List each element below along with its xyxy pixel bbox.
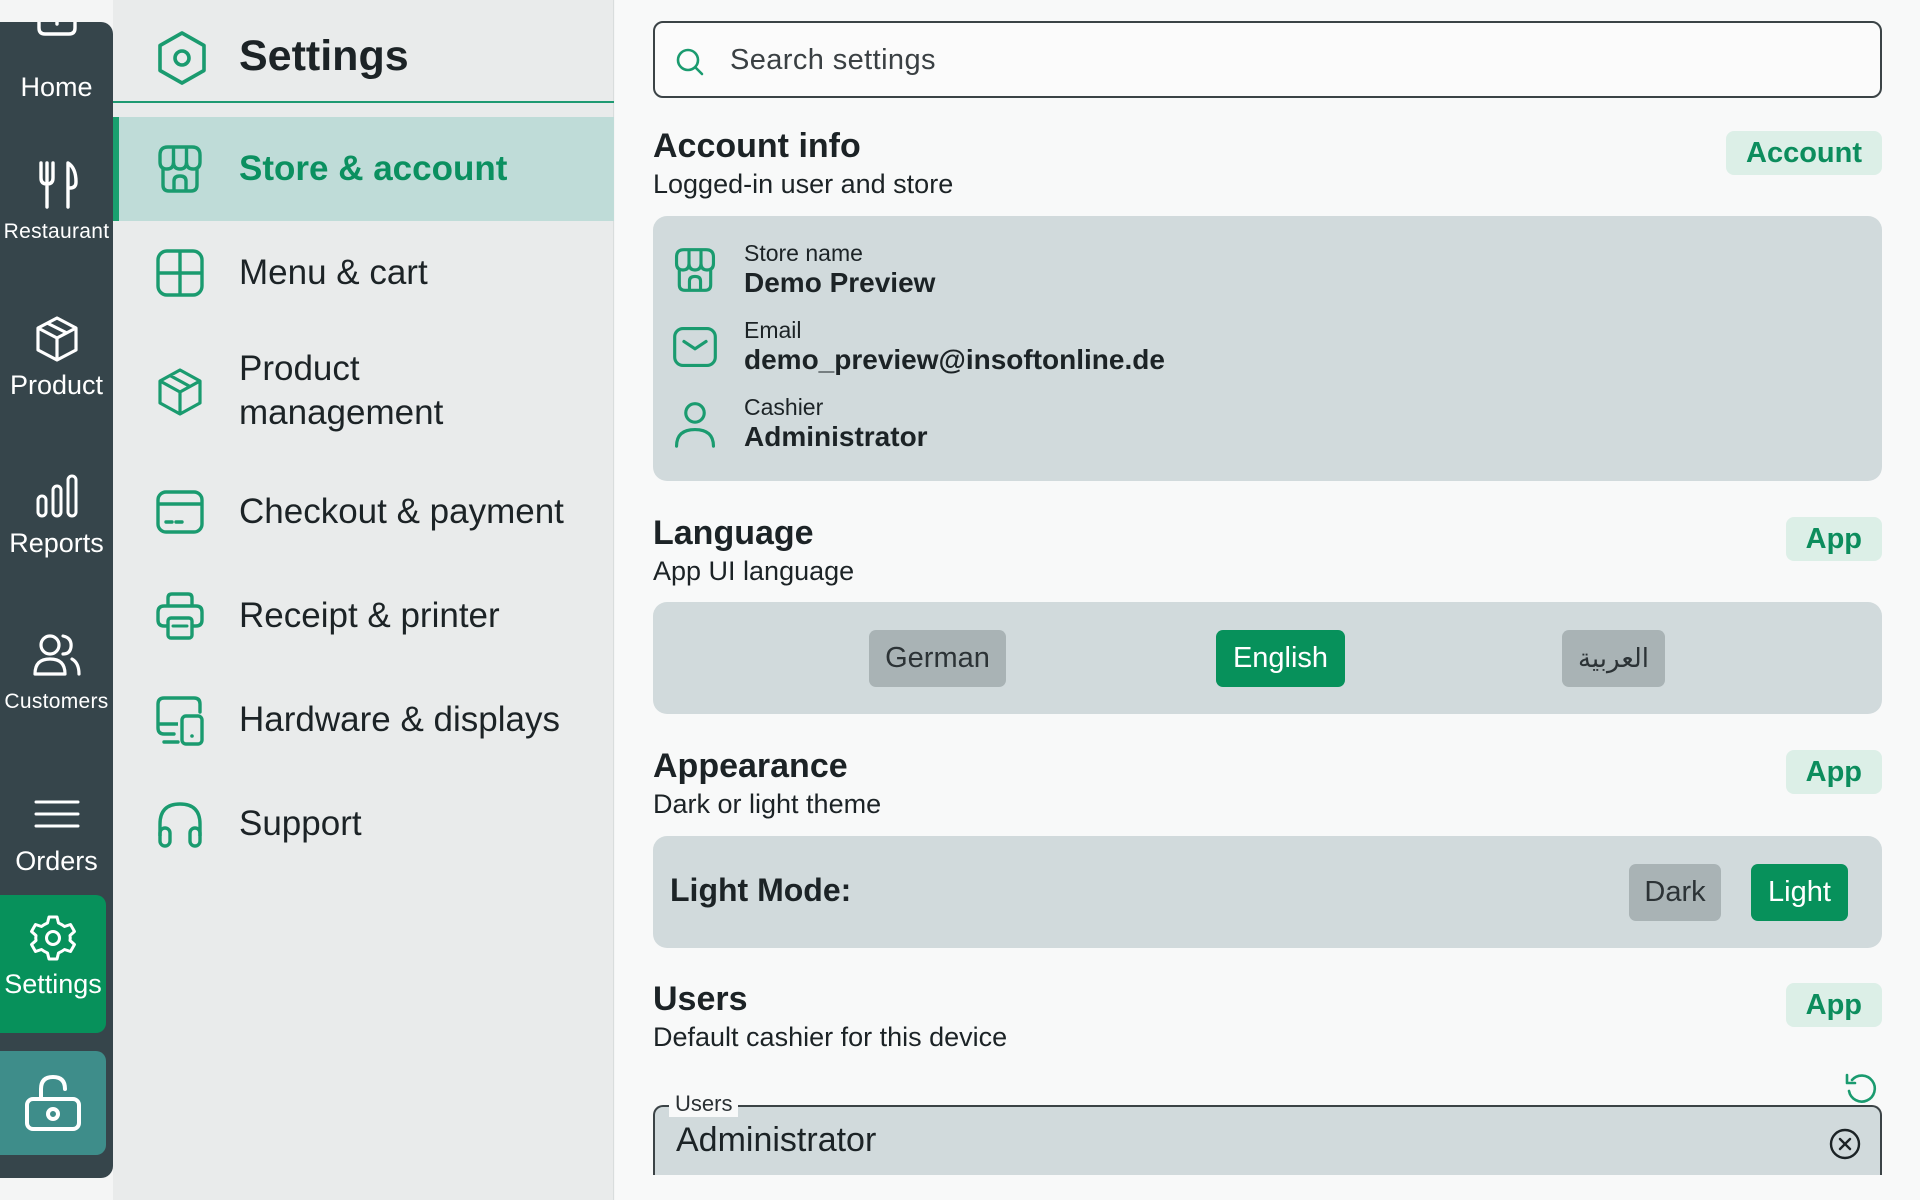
- category-label: Receipt & printer: [239, 596, 500, 635]
- store-icon: [158, 145, 202, 193]
- users-field-label: Users: [669, 1091, 739, 1117]
- category-hardware-displays[interactable]: Hardware & displays: [113, 668, 614, 772]
- store-icon: [674, 248, 716, 292]
- menu-lines-icon: [34, 800, 79, 828]
- email-row: Email demo_preview@insoftonline.de: [653, 315, 1882, 385]
- cashier-value: Administrator: [744, 421, 928, 452]
- rail-label-settings: Settings: [4, 969, 102, 999]
- appearance-card: Light Mode: Dark Light: [653, 836, 1882, 948]
- user-icon: [674, 402, 716, 448]
- rail-item-restaurant[interactable]: Restaurant: [0, 160, 113, 244]
- gear-icon: [30, 915, 76, 961]
- language-section-subtitle: App UI language: [653, 556, 855, 586]
- bar-chart-icon: [36, 474, 77, 518]
- account-section-subtitle: Logged-in user and store: [653, 169, 954, 199]
- account-info-card: Store name Demo Preview Email demo_previ…: [653, 216, 1882, 481]
- category-receipt-printer[interactable]: Receipt & printer: [113, 564, 614, 668]
- category-product-management[interactable]: Product management: [113, 325, 614, 459]
- rail-item-settings[interactable]: Settings: [0, 895, 106, 1033]
- appearance-section-subtitle: Dark or light theme: [653, 789, 882, 819]
- users-section-subtitle: Default cashier for this device: [653, 1022, 1008, 1052]
- category-label: Product management: [239, 349, 444, 432]
- clear-icon[interactable]: [1828, 1127, 1862, 1161]
- cashier-label: Cashier: [744, 394, 824, 420]
- store-name-value: Demo Preview: [744, 267, 936, 298]
- settings-content: Account info Logged-in user and store Ac…: [615, 0, 1920, 1200]
- users-field-value: Administrator: [676, 1121, 877, 1159]
- layout-grid-icon: [156, 249, 204, 297]
- language-section-title: Language: [653, 514, 814, 552]
- category-label: Menu & cart: [239, 253, 428, 292]
- appearance-section-title: Appearance: [653, 747, 848, 785]
- mail-icon: [673, 326, 717, 368]
- language-option-english[interactable]: English: [1216, 630, 1345, 687]
- refresh-icon[interactable]: [1844, 1071, 1880, 1107]
- package-icon: [158, 368, 202, 416]
- email-label: Email: [744, 317, 802, 343]
- category-label: Hardware & displays: [239, 700, 560, 739]
- card-icon: [156, 490, 204, 534]
- theme-dark-button[interactable]: Dark: [1629, 864, 1721, 921]
- devices-icon: [156, 696, 204, 746]
- category-label: Support: [239, 804, 362, 843]
- users-icon: [32, 634, 81, 676]
- printer-icon: [156, 592, 204, 640]
- category-label: Checkout & payment: [239, 492, 564, 531]
- search-input[interactable]: [730, 37, 1830, 83]
- package-icon: [35, 316, 78, 362]
- page-title: Settings: [239, 32, 409, 80]
- cutlery-icon: [38, 161, 78, 209]
- search-field[interactable]: [653, 21, 1882, 98]
- language-card: German English العربية: [653, 602, 1882, 714]
- rail-item-customers[interactable]: Customers: [0, 630, 113, 714]
- rail-label-product: Product: [9, 370, 104, 400]
- default-cashier-select[interactable]: Users Administrator: [653, 1091, 1882, 1175]
- theme-light-button[interactable]: Light: [1751, 864, 1848, 921]
- cashier-row: Cashier Administrator: [653, 392, 1882, 462]
- users-scope-badge: App: [1785, 983, 1882, 1027]
- email-value: demo_preview@insoftonline.de: [744, 344, 1165, 375]
- theme-mode-label: Light Mode:: [670, 872, 852, 908]
- settings-hex-icon: [158, 31, 206, 85]
- category-support[interactable]: Support: [113, 772, 614, 876]
- rail-item-home[interactable]: Home: [0, 22, 113, 110]
- users-section-title: Users: [653, 980, 748, 1018]
- rail-label-restaurant: Restaurant: [3, 220, 110, 243]
- account-scope-badge: Account: [1726, 131, 1882, 175]
- store-name-row: Store name Demo Preview: [653, 238, 1882, 308]
- category-store-account[interactable]: Store & account: [113, 117, 614, 221]
- rail-label-reports: Reports: [9, 528, 104, 558]
- language-scope-badge: App: [1785, 517, 1882, 561]
- category-label: Store & account: [239, 149, 508, 188]
- store-name-label: Store name: [744, 240, 863, 266]
- rail-item-product[interactable]: Product: [0, 314, 113, 401]
- language-option-arabic[interactable]: العربية: [1562, 630, 1665, 687]
- language-option-german[interactable]: German: [869, 630, 1006, 687]
- rail-label-customers: Customers: [4, 690, 109, 713]
- rail-label-home: Home: [20, 72, 93, 102]
- unlock-icon: [25, 1074, 81, 1131]
- lock-button[interactable]: [0, 1051, 106, 1155]
- search-icon: [676, 48, 704, 76]
- rail-settings-inner: Settings: [0, 913, 106, 1000]
- account-section-title: Account info: [653, 127, 861, 165]
- appearance-scope-badge: App: [1785, 750, 1882, 794]
- category-menu-cart[interactable]: Menu & cart: [113, 221, 614, 325]
- rail-item-orders[interactable]: Orders: [0, 790, 113, 877]
- settings-category-panel: Settings Store & account Menu & cart Pro…: [113, 0, 614, 1200]
- category-checkout-payment[interactable]: Checkout & payment: [113, 460, 614, 564]
- rail-item-reports[interactable]: Reports: [0, 472, 113, 559]
- home-icon: [36, 22, 77, 36]
- settings-header: Settings: [113, 0, 614, 103]
- headphones-icon: [158, 802, 202, 848]
- rail-label-orders: Orders: [15, 846, 98, 876]
